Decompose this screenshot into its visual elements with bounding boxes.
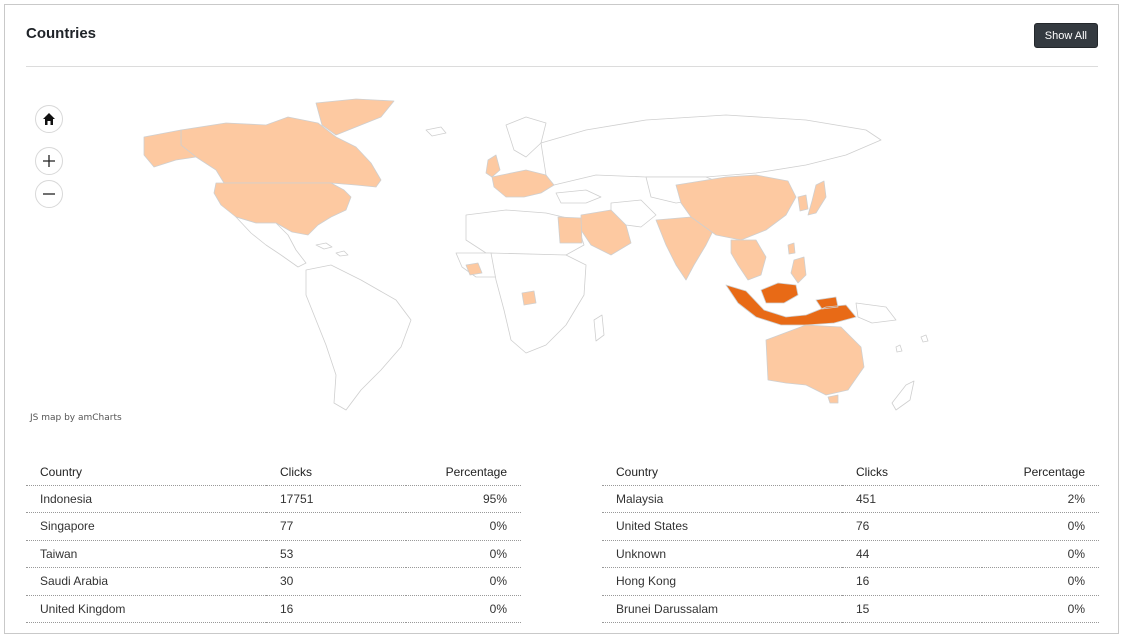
cell-percentage: 2% — [982, 485, 1099, 513]
countries-card: Countries Show All JS map by amCharts Co… — [4, 4, 1119, 634]
map-region-new-zealand — [891, 380, 915, 411]
map-region-gabon — [521, 290, 537, 306]
map-region-central-africa — [490, 252, 587, 354]
cell-percentage: 0% — [406, 540, 521, 568]
map-region-turkey — [555, 189, 602, 204]
cell-clicks: 16 — [266, 595, 406, 623]
cell-percentage: 0% — [406, 512, 521, 541]
cell-clicks: 76 — [842, 512, 982, 541]
world-map[interactable]: JS map by amCharts — [26, 85, 1101, 430]
cell-percentage: 0% — [982, 540, 1099, 568]
world-map-svg[interactable] — [26, 85, 1101, 430]
map-region-new-guinea — [855, 302, 897, 324]
cell-country: Taiwan — [26, 540, 266, 568]
table-row: Singapore 77 0% — [26, 512, 521, 541]
map-region-usa — [213, 182, 352, 236]
cell-clicks: 77 — [266, 512, 406, 541]
column-header-country: Country — [602, 460, 842, 486]
map-home-button[interactable] — [35, 105, 63, 133]
card-title: Countries — [26, 25, 97, 42]
column-header-percentage: Percentage — [406, 460, 521, 486]
cell-country: Brunei Darussalam — [602, 595, 842, 623]
home-icon — [43, 113, 55, 125]
cell-country: Singapore — [26, 512, 266, 541]
map-region-greenland — [315, 98, 395, 136]
map-region-taiwan — [787, 242, 796, 255]
cell-percentage: 0% — [982, 595, 1099, 623]
cell-country: Saudi Arabia — [26, 567, 266, 596]
map-region-japan — [807, 180, 827, 216]
map-region-tasmania — [827, 394, 839, 404]
map-region-scandinavia — [505, 116, 547, 158]
cell-country: Indonesia — [26, 485, 266, 513]
zoom-in-icon — [43, 155, 55, 167]
show-all-button[interactable]: Show All — [1033, 23, 1098, 48]
cell-clicks: 17751 — [266, 485, 406, 513]
map-region-pacific-islands — [895, 334, 929, 353]
cell-clicks: 16 — [842, 567, 982, 596]
cell-clicks: 451 — [842, 485, 982, 513]
map-region-malaysia — [760, 282, 799, 304]
map-region-madagascar — [593, 314, 605, 342]
map-zoom-out-button[interactable] — [35, 180, 63, 208]
cell-percentage: 0% — [982, 567, 1099, 596]
cell-country: Hong Kong — [602, 567, 842, 596]
country-stats-table-right: Country Clicks Percentage Malaysia 451 2… — [602, 460, 1099, 623]
table-row: Malaysia 451 2% — [602, 485, 1099, 513]
cell-percentage: 95% — [406, 485, 521, 513]
map-region-southeast-asia — [730, 239, 767, 281]
table-row: Brunei Darussalam 15 0% — [602, 595, 1099, 623]
zoom-out-icon — [43, 193, 55, 195]
column-header-country: Country — [26, 460, 266, 486]
cell-country: Malaysia — [602, 485, 842, 513]
map-region-western-europe — [491, 169, 555, 198]
map-region-uk — [485, 154, 501, 178]
cell-clicks: 30 — [266, 567, 406, 596]
table-row: Saudi Arabia 30 0% — [26, 567, 521, 596]
table-row: Hong Kong 16 0% — [602, 567, 1099, 596]
cell-country: Unknown — [602, 540, 842, 568]
map-region-south-america — [305, 264, 412, 411]
map-region-korea — [797, 194, 809, 212]
map-region-philippines — [790, 256, 807, 284]
cell-clicks: 53 — [266, 540, 406, 568]
table-row: Indonesia 17751 95% — [26, 485, 521, 513]
table-row: Taiwan 53 0% — [26, 540, 521, 568]
table-row: United Kingdom 16 0% — [26, 595, 521, 623]
column-header-clicks: Clicks — [266, 460, 406, 486]
header-divider — [26, 66, 1098, 67]
table-row: United States 76 0% — [602, 512, 1099, 541]
table-header-row: Country Clicks Percentage — [602, 460, 1099, 486]
cell-percentage: 0% — [406, 567, 521, 596]
column-header-percentage: Percentage — [982, 460, 1099, 486]
table-row: Unknown 44 0% — [602, 540, 1099, 568]
cell-percentage: 0% — [982, 512, 1099, 541]
table-header-row: Country Clicks Percentage — [26, 460, 521, 486]
map-region-iceland — [425, 126, 447, 137]
map-credit[interactable]: JS map by amCharts — [30, 413, 122, 423]
cell-country: United Kingdom — [26, 595, 266, 623]
cell-clicks: 44 — [842, 540, 982, 568]
map-region-russia — [540, 114, 882, 186]
cell-clicks: 15 — [842, 595, 982, 623]
map-region-egypt — [557, 216, 583, 244]
map-region-australia — [765, 324, 865, 396]
map-zoom-in-button[interactable] — [35, 147, 63, 175]
cell-percentage: 0% — [406, 595, 521, 623]
country-stats-table-left: Country Clicks Percentage Indonesia 1775… — [26, 460, 521, 623]
column-header-clicks: Clicks — [842, 460, 982, 486]
map-region-caribbean — [315, 242, 349, 257]
cell-country: United States — [602, 512, 842, 541]
